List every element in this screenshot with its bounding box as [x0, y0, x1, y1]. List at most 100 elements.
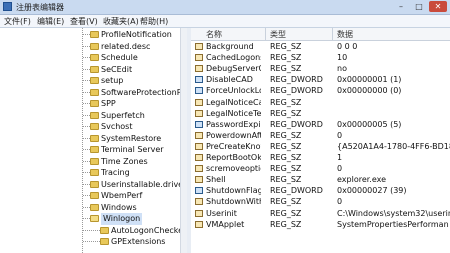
tree-connector: [83, 114, 90, 116]
value-name: Background: [206, 42, 254, 51]
value-row[interactable]: CachedLogons... REG_SZ 10: [191, 52, 450, 63]
tree-item[interactable]: ProfileNotification: [0, 29, 182, 41]
menu-favorites[interactable]: 收藏夹(A): [103, 16, 139, 27]
menu-view[interactable]: 查看(V): [70, 16, 98, 27]
tree-item[interactable]: SeCEdit: [0, 64, 182, 76]
tree-connector: [83, 172, 90, 173]
value-row[interactable]: DebugServerC... REG_SZ no: [191, 63, 450, 74]
key-tree-pane[interactable]: ProfileNotification related.desc Schedule S…: [0, 28, 195, 253]
tree-item-label: SeCEdit: [101, 64, 133, 74]
column-divider[interactable]: [265, 28, 266, 40]
value-row[interactable]: PowerdownAft... REG_SZ 0: [191, 130, 450, 141]
minimize-button[interactable]: –: [392, 1, 410, 12]
value-row[interactable]: Shell REG_SZ explorer.exe: [191, 174, 450, 185]
tree-item[interactable]: Winlogon: [0, 213, 182, 225]
tree-item[interactable]: SystemRestore: [0, 133, 182, 145]
value-data: 10: [337, 53, 348, 63]
value-row[interactable]: VMApplet REG_SZ SystemPropertiesPerforman: [191, 219, 450, 230]
value-name: LegalNoticeCa...: [206, 97, 261, 107]
tree-connector: [83, 57, 90, 58]
tree-connector: [83, 68, 90, 70]
tree-item[interactable]: Windows: [0, 202, 182, 214]
folder-open-icon: [90, 215, 99, 222]
menu-help[interactable]: 帮助(H): [140, 16, 168, 27]
tree-item[interactable]: setup: [0, 75, 182, 87]
value-type: REG_DWORD: [270, 186, 323, 196]
menu-edit[interactable]: 编辑(E): [37, 16, 64, 27]
tree-item-label: Terminal Server: [101, 145, 164, 154]
tree-item[interactable]: SoftwareProtectionPlatf: [0, 87, 195, 99]
tree-item[interactable]: related.desc: [0, 41, 182, 53]
folder-icon: [90, 88, 99, 96]
list-header: 名称 类型 数据: [191, 28, 450, 41]
value-data: 0x00000001 (1): [337, 75, 402, 85]
value-row[interactable]: LegalNoticeCa... REG_SZ: [191, 97, 450, 108]
string-value-icon: [195, 220, 203, 228]
value-type: REG_SZ: [270, 130, 302, 140]
tree-item[interactable]: Terminal Server: [0, 144, 182, 156]
value-row[interactable]: Userinit REG_SZ C:\Windows\system32\userin: [191, 208, 450, 219]
tree-item-label: Windows: [101, 202, 137, 212]
tree-subitem[interactable]: GPExtensions: [0, 236, 182, 248]
value-row[interactable]: ShutdownFlags REG_DWORD 0x00000027 (39): [191, 185, 450, 196]
menu-bar: 文件(F) 编辑(E) 查看(V) 收藏夹(A) 帮助(H): [0, 15, 450, 28]
tree-item[interactable]: Time Zones: [0, 156, 182, 168]
tree-connector: [83, 91, 90, 93]
value-type: REG_SZ: [270, 108, 302, 118]
dword-value-icon: [195, 120, 203, 128]
value-row[interactable]: DisableCAD REG_DWORD 0x00000001 (1): [191, 74, 450, 85]
column-divider[interactable]: [332, 28, 333, 40]
values-list-pane[interactable]: 名称 类型 数据 Background REG_SZ 0 0 0 CachedLogo…: [191, 28, 450, 253]
value-row[interactable]: Background REG_SZ 0 0 0: [191, 41, 450, 52]
tree-item[interactable]: Tracing: [0, 167, 182, 179]
dword-value-icon: [195, 87, 203, 95]
value-row[interactable]: ReportBootOk REG_SZ 1: [191, 152, 450, 163]
tree-connector: [83, 218, 90, 219]
close-button[interactable]: ✕: [429, 1, 447, 12]
tree-item-label: ProfileNotification: [101, 30, 172, 39]
tree-scrollbar[interactable]: [180, 28, 187, 253]
tree-item[interactable]: Svchost: [0, 121, 182, 133]
value-type: REG_SZ: [270, 219, 302, 229]
value-data: 0: [337, 130, 343, 140]
column-header-name[interactable]: 名称: [206, 29, 222, 40]
folder-icon: [90, 203, 99, 211]
value-row[interactable]: PreCreateKnow... REG_SZ {A520A1A4-1780-4FF…: [191, 141, 450, 152]
value-row[interactable]: ShutdownWith... REG_SZ 0: [191, 196, 450, 207]
maximize-button[interactable]: □: [410, 1, 428, 12]
tree-item[interactable]: SPP: [0, 98, 182, 110]
value-row[interactable]: ForceUnlockLo... REG_DWORD 0x00000000 (0): [191, 85, 450, 96]
value-name: ShutdownWith...: [206, 197, 261, 207]
value-type: REG_SZ: [270, 153, 302, 162]
tree-connector: [83, 160, 90, 162]
tree-item-label: AutoLogonChecked: [111, 225, 189, 235]
tree-subitem[interactable]: AutoLogonChecked: [0, 225, 188, 237]
value-name: ForceUnlockLo...: [206, 86, 261, 96]
string-value-icon: [195, 165, 203, 173]
folder-icon: [100, 238, 109, 245]
column-header-data[interactable]: 数据: [337, 29, 353, 40]
value-row[interactable]: scremoveoption REG_SZ 0: [191, 163, 450, 174]
tree-item[interactable]: Schedule: [0, 52, 182, 64]
tree-item[interactable]: Userinstallable.drivers: [0, 179, 191, 191]
value-name: PowerdownAft...: [206, 130, 261, 140]
value-name: VMApplet: [206, 219, 245, 229]
folder-icon: [90, 77, 99, 84]
tree-item[interactable]: Superfetch: [0, 110, 182, 122]
value-data: 0x00000027 (39): [337, 186, 407, 196]
column-header-type[interactable]: 类型: [270, 29, 286, 40]
string-value-icon: [195, 154, 203, 161]
string-value-icon: [195, 142, 203, 150]
value-row[interactable]: LegalNoticeText REG_SZ: [191, 108, 450, 119]
value-row[interactable]: PasswordExpir... REG_DWORD 0x00000005 (5): [191, 119, 450, 130]
tree-item[interactable]: WbemPerf: [0, 190, 182, 202]
folder-icon: [90, 123, 99, 130]
value-type: REG_SZ: [270, 141, 302, 151]
folder-icon: [90, 192, 99, 199]
folder-icon: [100, 226, 109, 234]
value-data: no: [337, 64, 347, 74]
tree-connector: [83, 149, 90, 150]
tree-item-label: setup: [101, 76, 124, 85]
menu-file[interactable]: 文件(F): [4, 16, 31, 27]
tree-connector: [83, 103, 90, 104]
